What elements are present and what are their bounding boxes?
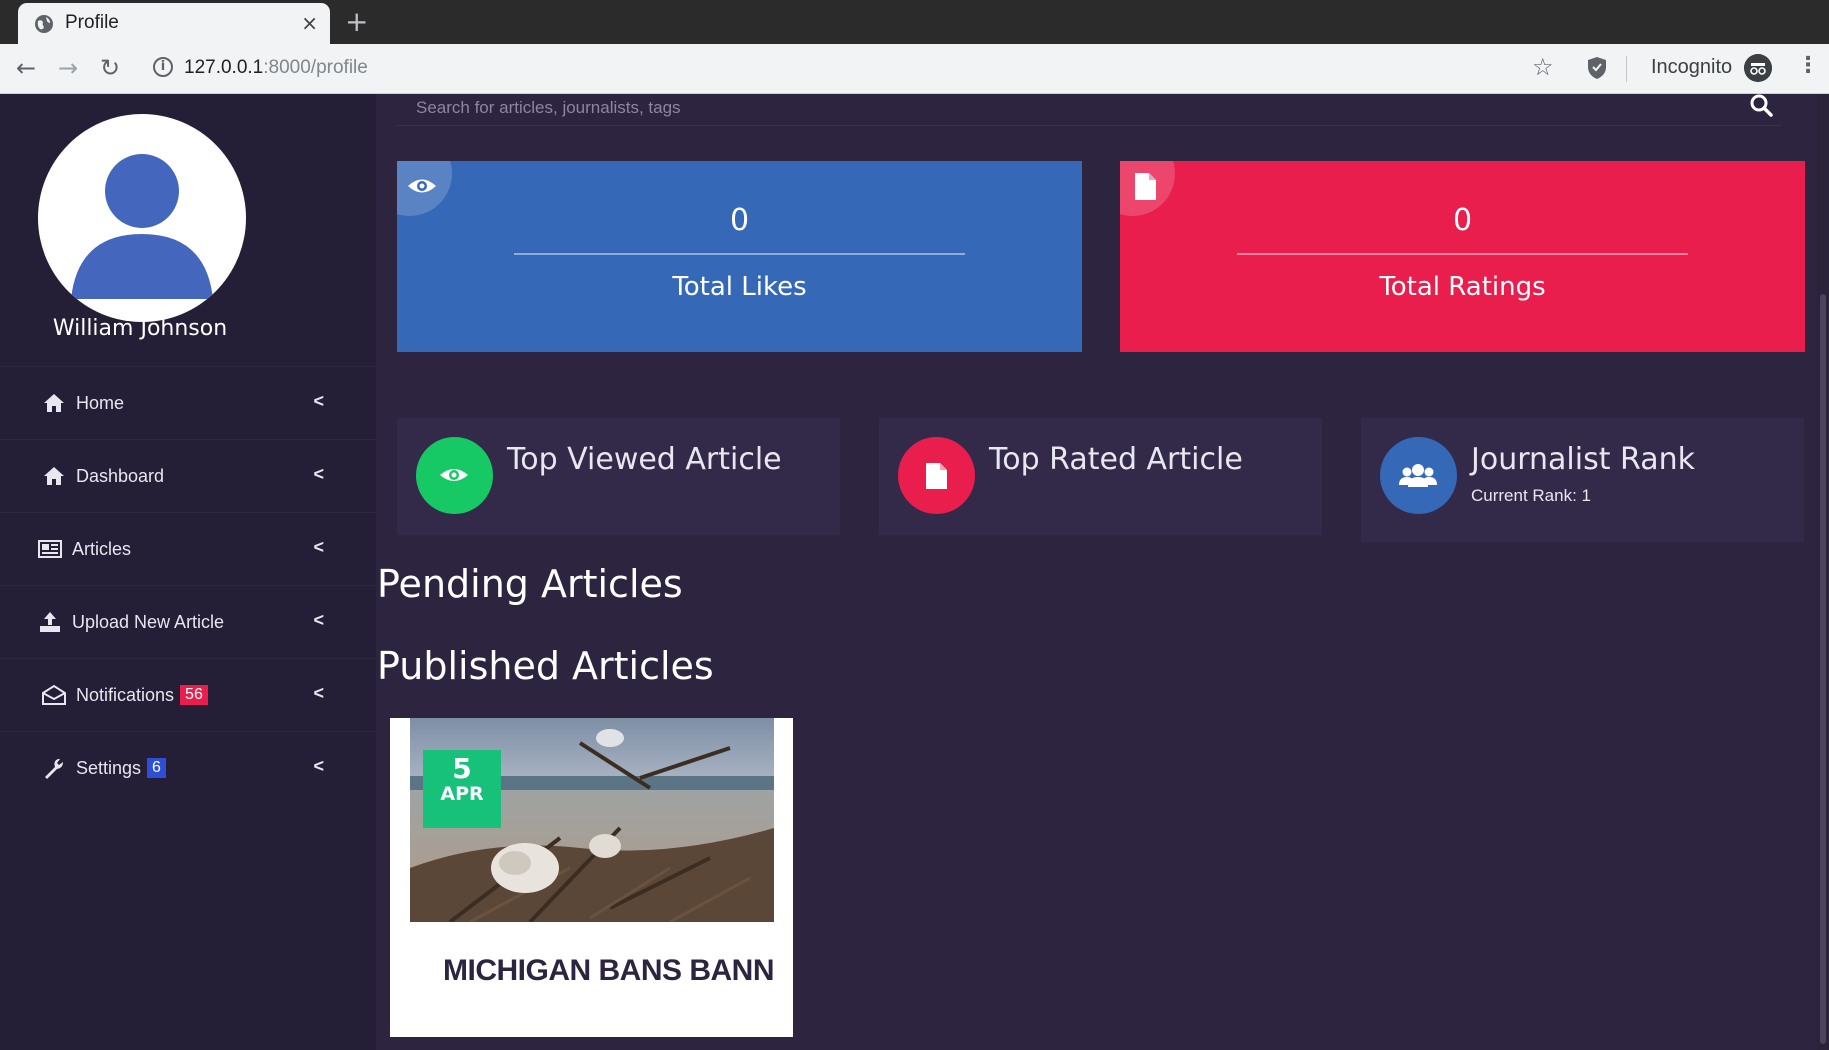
card-divider [514,253,965,255]
new-tab-button[interactable]: + [345,5,368,38]
top-viewed-circle [416,437,493,514]
sidebar: William Johnson Home < Dashboard < Artic… [0,94,376,1050]
article-title[interactable]: MICHIGAN BANS BANNING PLASTIC BAGS [443,954,773,988]
user-silhouette-icon [71,154,213,299]
envelope-open-icon [42,684,66,705]
chevron-left-icon: < [313,464,324,484]
current-rank-text: Current Rank: 1 [1471,486,1591,505]
chevron-left-icon: < [313,756,324,776]
users-icon [1399,464,1437,487]
total-ratings-card: 0 Total Ratings [1120,161,1805,352]
journalist-rank-card[interactable]: Journalist Rank Current Rank: 1 [1361,418,1804,542]
incognito-label: Incognito [1651,56,1733,78]
sidebar-item-label: Articles [72,538,132,559]
sidebar-item-label: Dashboard [76,465,165,486]
tab-close-icon[interactable]: × [301,11,318,35]
eye-icon [408,179,436,193]
sidebar-item-label: Settings [76,757,142,778]
sidebar-item-settings[interactable]: Settings 6 < [0,731,376,804]
avatar [38,114,246,322]
toolbar-divider [1626,56,1627,82]
top-viewed-title: Top Viewed Article [507,442,782,477]
chevron-left-icon: < [313,537,324,557]
user-name: William Johnson [52,316,228,341]
sidebar-item-upload[interactable]: Upload New Article < [0,585,376,658]
chevron-left-icon: < [313,683,324,703]
search-input[interactable] [416,94,1716,122]
file-icon [926,463,947,489]
total-ratings-value: 0 [1452,203,1473,238]
shield-extension-icon[interactable] [1586,56,1608,80]
top-viewed-card[interactable]: Top Viewed Article [397,418,840,535]
scrollbar-thumb[interactable] [1820,294,1826,1044]
forward-arrow-icon[interactable]: → [58,54,78,82]
reload-icon[interactable]: ↻ [100,54,120,82]
total-likes-card: 0 Total Likes [397,161,1082,352]
article-card[interactable]: 5 APR MICHIGAN BANS BANNING PLASTIC BAGS [390,718,793,1037]
address-bar[interactable]: 127.0.0.1:8000/profile [184,57,368,79]
total-likes-value: 0 [729,203,750,238]
url-path: :8000/profile [263,57,368,78]
eye-icon [440,469,468,481]
settings-badge: 6 [147,758,166,778]
url-host: 127.0.0.1 [184,57,264,78]
total-likes-label: Total Likes [672,272,807,302]
newspaper-icon [38,540,62,558]
sidebar-menu: Home < Dashboard < Articles < Upload New… [0,366,376,804]
browser-toolbar: ← → ↻ i 127.0.0.1:8000/profile ☆ Incogni… [0,44,1829,94]
sidebar-item-label: Home [76,392,125,413]
tab-title: Profile [65,12,119,33]
browser-tab-bar: Profile × + [0,0,1829,44]
chevron-left-icon: < [313,610,324,630]
card-divider [1237,253,1688,255]
globe-icon [35,15,53,33]
top-rated-circle [898,437,975,514]
back-arrow-icon[interactable]: ← [16,54,36,82]
article-month: APR [440,783,484,805]
site-info-icon[interactable]: i [153,57,173,77]
notifications-badge: 56 [180,685,208,705]
sidebar-item-dashboard[interactable]: Dashboard < [0,439,376,512]
sidebar-item-label: Upload New Article [72,611,225,632]
journalist-rank-circle [1380,437,1457,514]
sidebar-item-home[interactable]: Home < [0,366,376,439]
home-icon [44,467,64,485]
browser-menu-icon[interactable]: ⋮ [1797,53,1819,78]
top-rated-card[interactable]: Top Rated Article [879,418,1322,535]
search-bar [396,94,1782,126]
search-icon[interactable] [1748,94,1774,120]
incognito-icon[interactable] [1744,54,1772,82]
journalist-rank-title: Journalist Rank [1471,442,1695,477]
sidebar-item-label: Notifications [76,684,175,705]
wrench-icon [45,759,63,779]
page-scrollbar[interactable] [1817,94,1829,1050]
file-icon [1135,173,1156,200]
upload-icon [40,612,60,632]
chevron-left-icon: < [313,391,324,411]
pending-articles-heading: Pending Articles [377,562,683,606]
browser-tab[interactable]: Profile × [18,3,330,44]
total-ratings-label: Total Ratings [1379,272,1546,302]
article-date-badge: 5 APR [423,750,501,828]
published-articles-heading: Published Articles [377,644,714,688]
bookmark-star-icon[interactable]: ☆ [1532,53,1554,81]
home-icon [44,394,64,412]
article-day: 5 [452,752,472,785]
sidebar-item-articles[interactable]: Articles < [0,512,376,585]
sidebar-item-notifications[interactable]: Notifications 56 < [0,658,376,731]
top-rated-title: Top Rated Article [989,442,1243,477]
